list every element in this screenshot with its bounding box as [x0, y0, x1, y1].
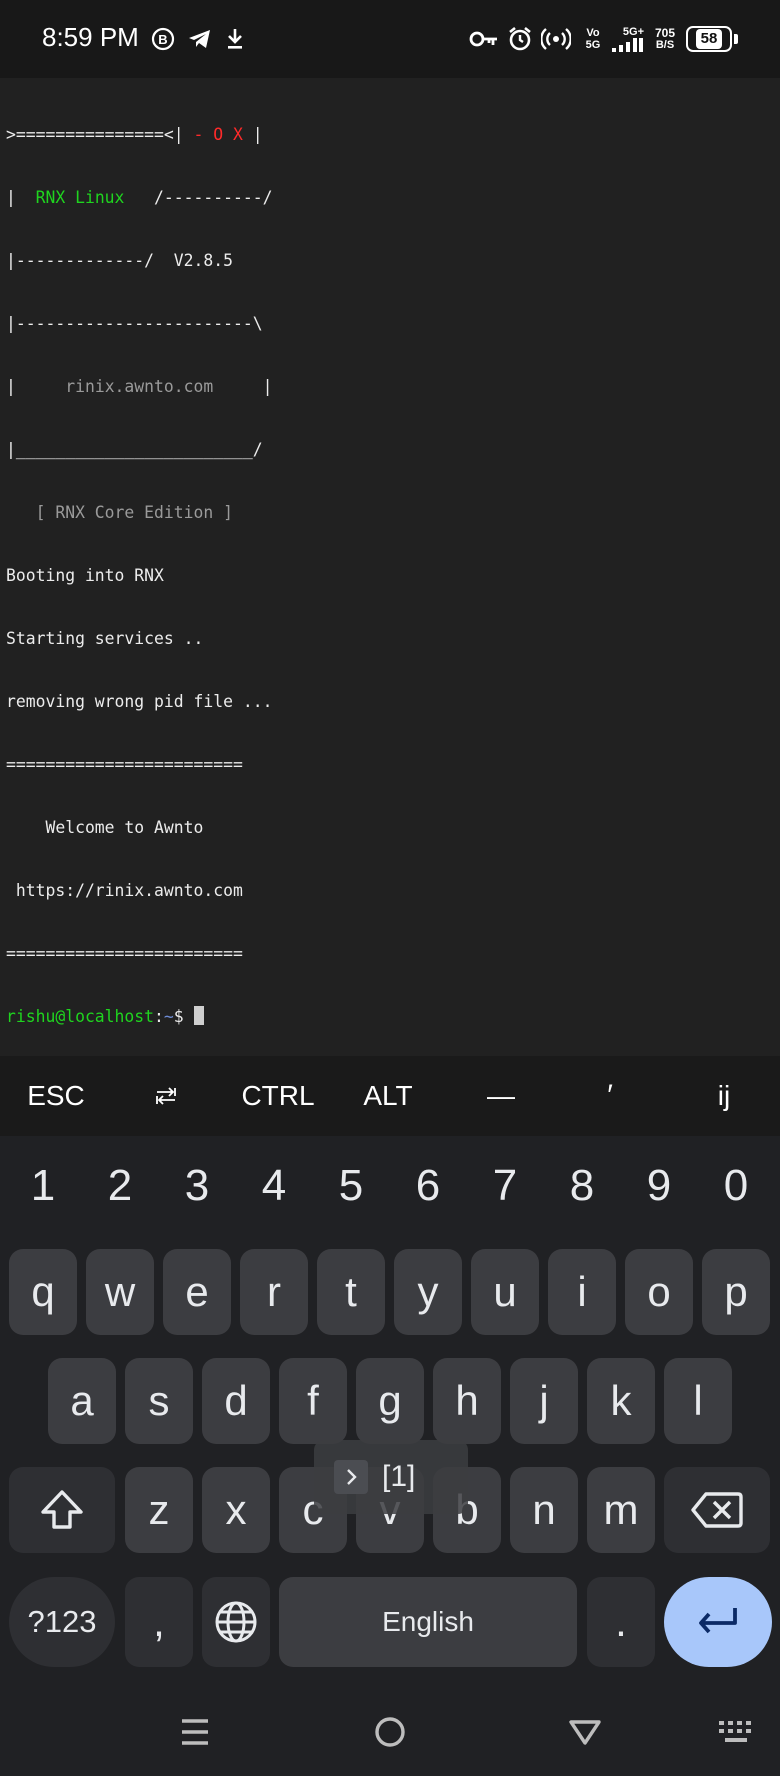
extra-keys-bar: ESC CTRL ALT — ′ ij	[0, 1056, 780, 1136]
language-key[interactable]	[202, 1577, 270, 1667]
key-k[interactable]: k	[587, 1358, 655, 1444]
period-key[interactable]: .	[587, 1577, 655, 1667]
output-line: Starting services ..	[6, 629, 204, 648]
svg-text:B: B	[158, 32, 167, 47]
signal-icon: 5G+	[606, 24, 644, 54]
key-g[interactable]: g	[356, 1358, 424, 1444]
output-line: Welcome to Awnto	[6, 818, 204, 837]
key-t[interactable]: t	[317, 1249, 385, 1335]
space-bar[interactable]: English	[279, 1577, 577, 1667]
suggestion-popup[interactable]: [1]	[314, 1440, 468, 1514]
key-f[interactable]: f	[279, 1358, 347, 1444]
globe-icon	[215, 1601, 257, 1643]
terminal-output: >===============<| - O X | | RNX Linux /…	[6, 82, 272, 1069]
distro-name: RNX Linux	[35, 188, 125, 207]
status-time: 8:59 PM	[42, 22, 139, 52]
window-controls: - O X	[193, 125, 243, 144]
terminal-cursor	[193, 1006, 204, 1025]
status-bar: 8:59 PM B Vo 5G 5G+ 705 B/S 58	[0, 0, 780, 78]
comma-key[interactable]: ,	[125, 1577, 193, 1667]
key-x[interactable]: x	[202, 1467, 270, 1553]
output-line: removing wrong pid file ...	[6, 692, 273, 711]
suggestion-text: [1]	[382, 1460, 416, 1493]
banner-line-5: | rinix.awnto.com |	[6, 377, 273, 396]
key-i[interactable]: i	[548, 1249, 616, 1335]
key-r[interactable]: r	[240, 1249, 308, 1335]
key-7[interactable]: 7	[475, 1158, 535, 1214]
esc-key[interactable]: ESC	[12, 1056, 100, 1136]
tab-key[interactable]	[122, 1056, 210, 1136]
output-line: ========================	[6, 755, 243, 774]
b-circle-icon: B	[150, 24, 176, 54]
chevron-right-icon	[334, 1460, 368, 1494]
alarm-icon	[506, 24, 534, 54]
telegram-icon	[186, 24, 214, 54]
key-n[interactable]: n	[510, 1467, 578, 1553]
prompt-user: rishu@localhost	[6, 1007, 155, 1026]
backspace-icon	[691, 1492, 743, 1528]
menu-icon[interactable]	[173, 1712, 217, 1752]
key-e[interactable]: e	[163, 1249, 231, 1335]
key-j[interactable]: j	[510, 1358, 578, 1444]
output-line: https://rinix.awnto.com	[6, 881, 243, 900]
banner-line-2: | RNX Linux /----------/	[6, 188, 273, 207]
keyboard-icon[interactable]	[715, 1712, 759, 1752]
banner-line-6: |________________________/	[6, 440, 263, 459]
key-2[interactable]: 2	[90, 1158, 150, 1214]
key-1[interactable]: 1	[13, 1158, 73, 1214]
key-p[interactable]: p	[702, 1249, 770, 1335]
key-6[interactable]: 6	[398, 1158, 458, 1214]
key-8[interactable]: 8	[552, 1158, 612, 1214]
key-o[interactable]: o	[625, 1249, 693, 1335]
network-label: Vo 5G	[585, 27, 601, 51]
key-l[interactable]: l	[664, 1358, 732, 1444]
tab-arrows-icon	[156, 1087, 176, 1105]
battery-tip	[734, 34, 738, 44]
key-s[interactable]: s	[125, 1358, 193, 1444]
key-a[interactable]: a	[48, 1358, 116, 1444]
enter-icon	[699, 1608, 737, 1634]
shift-icon	[41, 1490, 83, 1529]
prompt-path: ~	[163, 1007, 174, 1026]
battery-level: 58	[695, 29, 723, 49]
home-icon[interactable]	[368, 1712, 412, 1752]
alt-key[interactable]: ALT	[344, 1056, 432, 1136]
key-z[interactable]: z	[125, 1467, 193, 1553]
back-icon[interactable]	[563, 1712, 607, 1752]
key-w[interactable]: w	[86, 1249, 154, 1335]
key-5[interactable]: 5	[321, 1158, 381, 1214]
symbols-key[interactable]: ?123	[9, 1577, 115, 1667]
download-icon	[224, 24, 246, 54]
shift-key[interactable]	[9, 1467, 115, 1553]
key-0[interactable]: 0	[706, 1158, 766, 1214]
key-m[interactable]: m	[587, 1467, 655, 1553]
backspace-key[interactable]	[664, 1467, 770, 1553]
banner-line-3: |-------------/ V2.8.5	[6, 251, 233, 270]
terminal-view[interactable]: >===============<| - O X | | RNX Linux /…	[0, 78, 780, 1056]
key-d[interactable]: d	[202, 1358, 270, 1444]
ij-key[interactable]: ij	[680, 1056, 768, 1136]
output-line: Booting into RNX	[6, 566, 164, 585]
key-9[interactable]: 9	[629, 1158, 689, 1214]
key-q[interactable]: q	[9, 1249, 77, 1335]
key-4[interactable]: 4	[244, 1158, 304, 1214]
key-y[interactable]: y	[394, 1249, 462, 1335]
key-u[interactable]: u	[471, 1249, 539, 1335]
edition-line: [ RNX Core Edition ]	[6, 503, 233, 522]
ctrl-key[interactable]: CTRL	[232, 1056, 324, 1136]
key-3[interactable]: 3	[167, 1158, 227, 1214]
network-speed: 705 B/S	[654, 26, 676, 51]
key-h[interactable]: h	[433, 1358, 501, 1444]
dash-key[interactable]: —	[456, 1056, 546, 1136]
banner-line-4: |------------------------\	[6, 314, 263, 333]
enter-key[interactable]	[664, 1577, 772, 1667]
banner-line-1: >===============<| - O X |	[6, 125, 263, 144]
vpn-key-icon	[468, 24, 500, 54]
prompt-line: rishu@localhost:~$	[6, 1006, 272, 1027]
battery-indicator: 58	[686, 26, 732, 52]
banner-website: rinix.awnto.com	[65, 377, 214, 396]
output-line: ========================	[6, 944, 243, 963]
quote-key[interactable]: ′	[566, 1056, 654, 1136]
hotspot-icon	[540, 24, 572, 54]
